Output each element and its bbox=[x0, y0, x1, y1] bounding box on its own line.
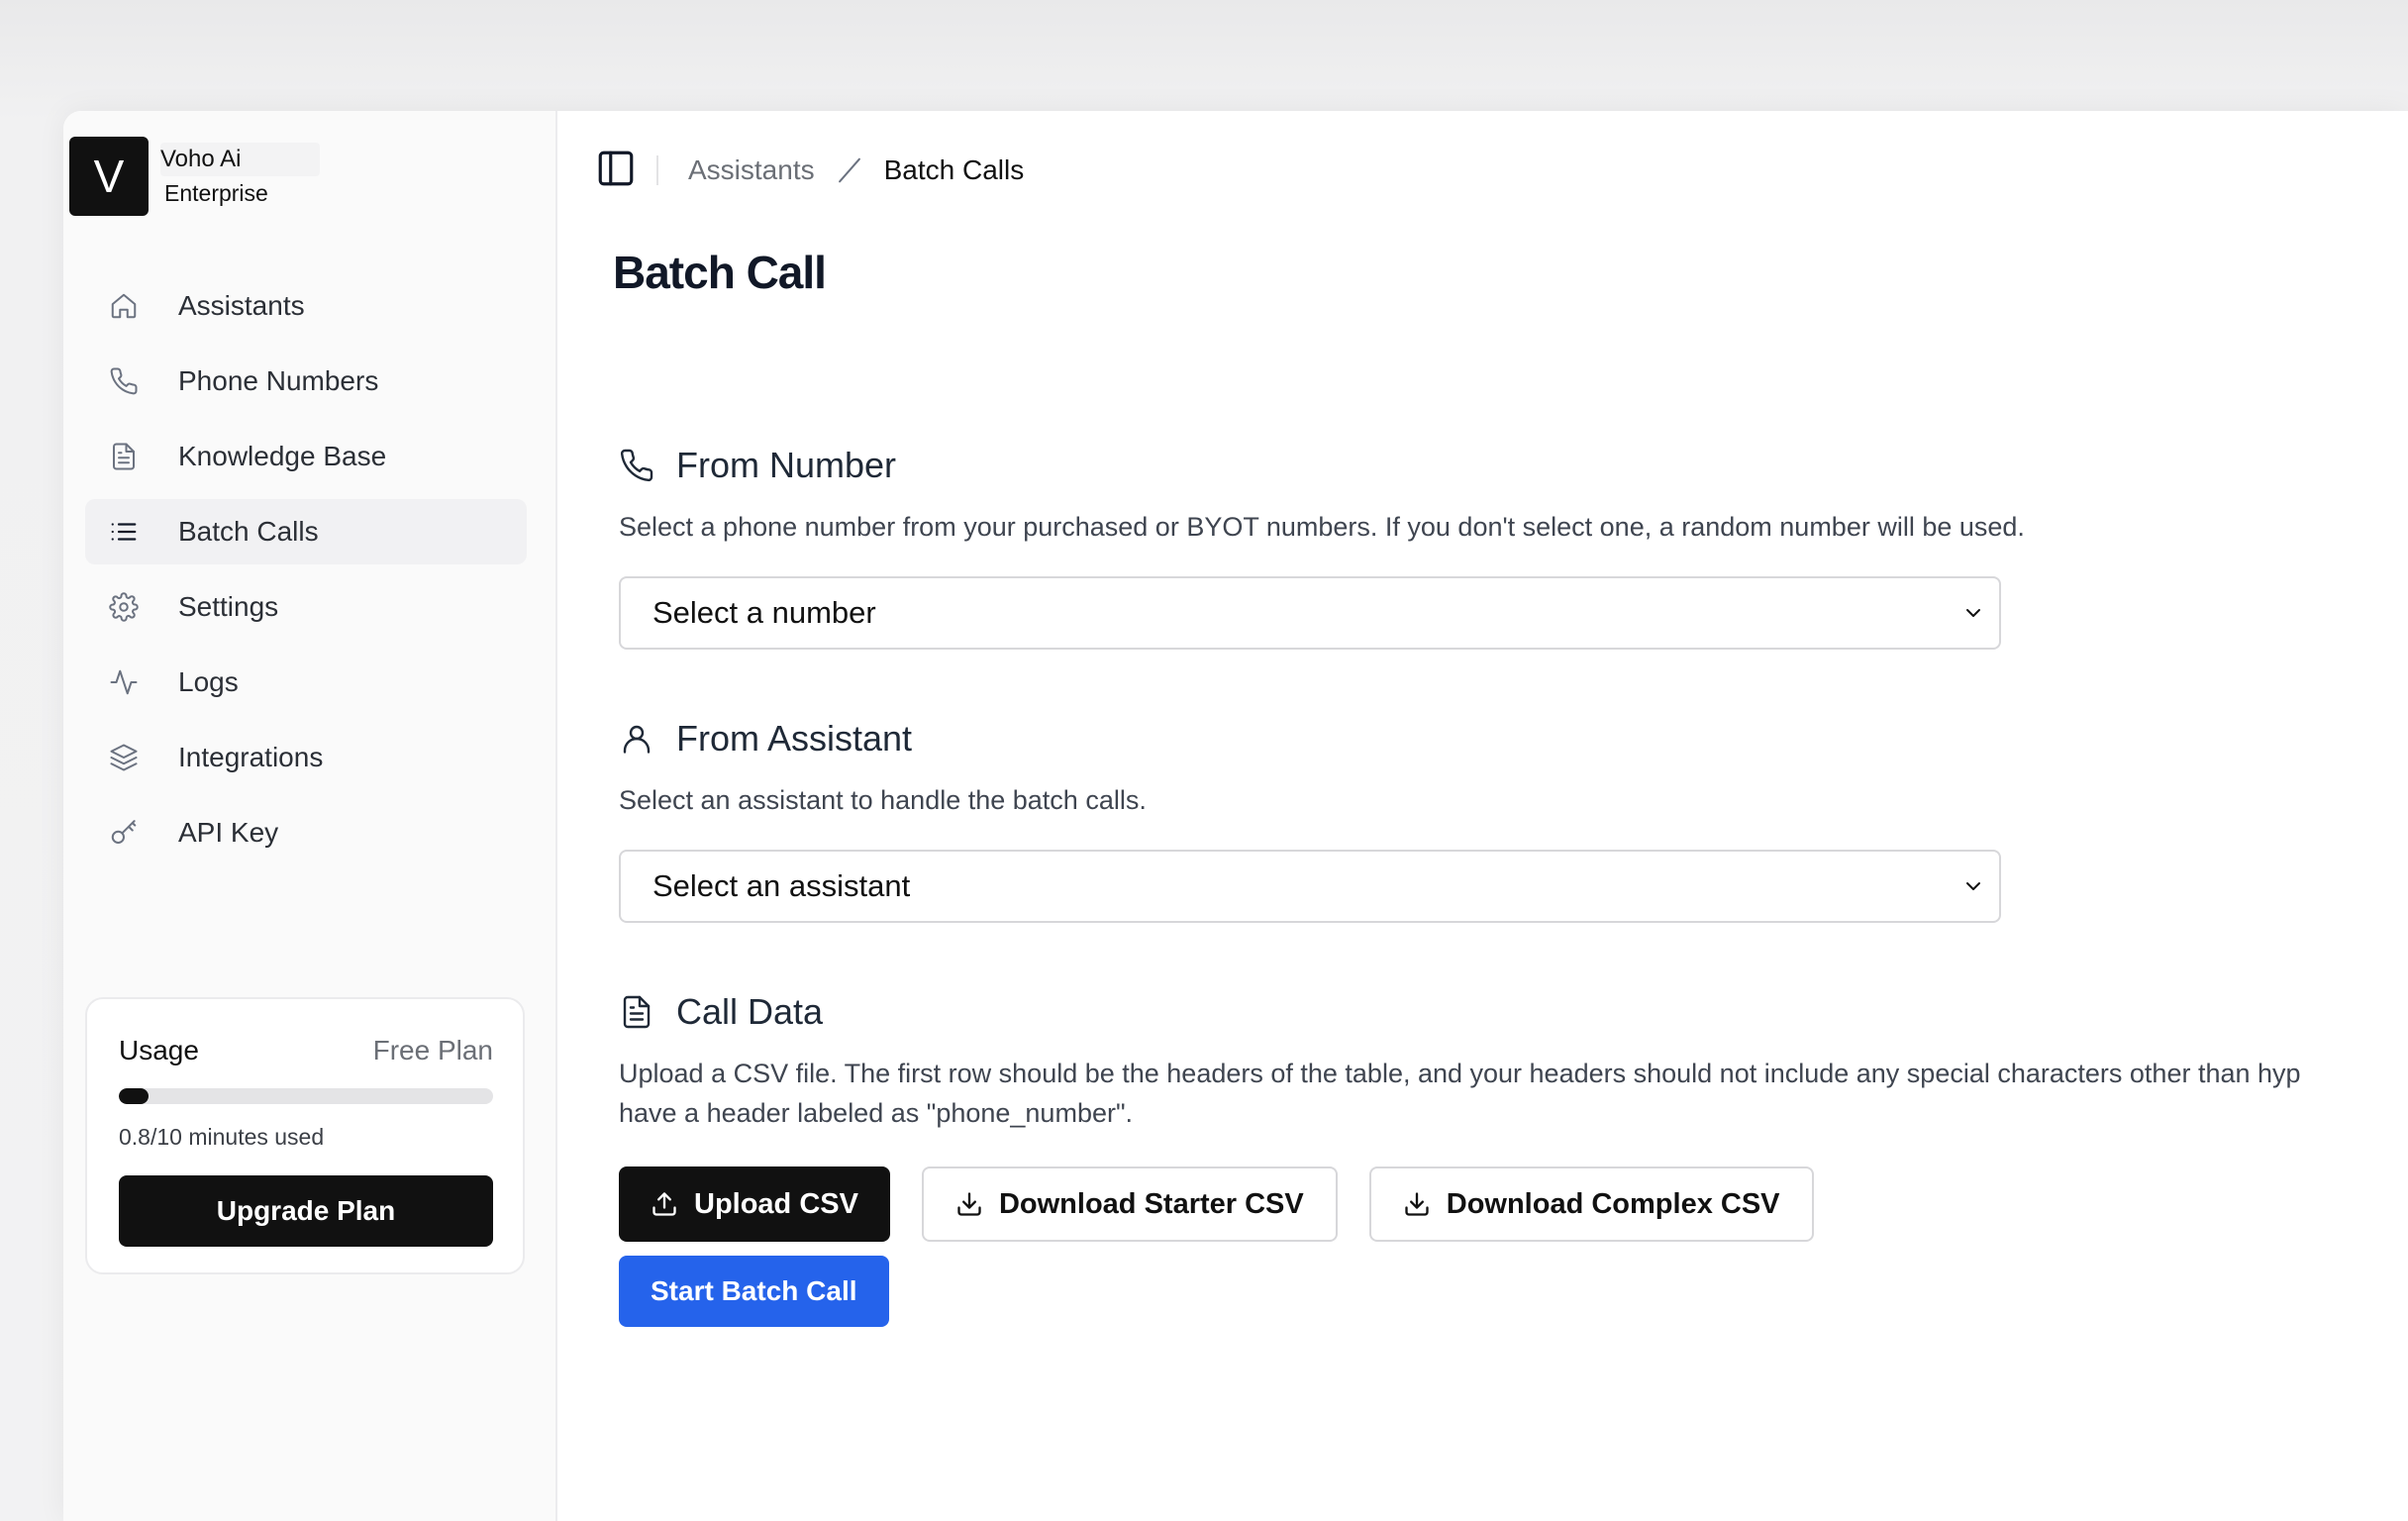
section-header: From Number bbox=[619, 444, 2025, 487]
activity-icon bbox=[109, 667, 139, 697]
sidebar-item-batch-calls[interactable]: Batch Calls bbox=[85, 499, 527, 564]
download-icon bbox=[1405, 1192, 1429, 1216]
sidebar-item-label: Batch Calls bbox=[178, 516, 319, 547]
from-number-description: Select a phone number from your purchase… bbox=[619, 512, 2025, 542]
usage-progress-fill bbox=[119, 1088, 150, 1104]
upgrade-plan-button[interactable]: Upgrade Plan bbox=[119, 1175, 493, 1247]
from-assistant-description: Select an assistant to handle the batch … bbox=[619, 785, 1147, 815]
document-icon bbox=[109, 442, 139, 471]
sidebar: V Voho Ai Enterprise Assistants Phone Nu… bbox=[63, 111, 557, 1521]
usage-plan: Free Plan bbox=[372, 1035, 493, 1065]
sidebar-item-phone-numbers[interactable]: Phone Numbers bbox=[85, 349, 527, 414]
brand-text: Voho Ai Enterprise bbox=[160, 143, 321, 210]
gear-icon bbox=[109, 592, 139, 622]
sidebar-item-label: Assistants bbox=[178, 290, 305, 321]
sidebar-item-label: API Key bbox=[178, 817, 279, 848]
from-assistant-title: From Assistant bbox=[676, 718, 913, 759]
brand-plan: Enterprise bbox=[164, 180, 268, 206]
usage-title: Usage bbox=[119, 1035, 199, 1065]
phone-icon bbox=[620, 449, 653, 482]
topbar-divider bbox=[656, 155, 658, 185]
list-icon bbox=[109, 517, 139, 547]
brand-logo: V bbox=[69, 137, 149, 216]
assistant-select[interactable]: Select an assistant bbox=[619, 850, 2001, 923]
sidebar-item-assistants[interactable]: Assistants bbox=[85, 273, 527, 339]
download-starter-csv-label: Download Starter CSV bbox=[998, 1187, 1304, 1220]
chevron-down-icon bbox=[1966, 882, 1980, 890]
sidebar-item-label: Knowledge Base bbox=[178, 441, 387, 471]
layers-icon bbox=[109, 743, 139, 772]
download-complex-csv-label: Download Complex CSV bbox=[1446, 1187, 1780, 1220]
start-batch-call-button[interactable]: Start Batch Call bbox=[619, 1256, 889, 1327]
usage-text: 0.8/10 minutes used bbox=[119, 1124, 325, 1150]
upload-csv-label: Upload CSV bbox=[694, 1187, 858, 1220]
chevron-down-icon bbox=[1966, 609, 1980, 617]
from-number-title: From Number bbox=[676, 445, 897, 485]
sidebar-toggle-icon[interactable] bbox=[595, 148, 637, 194]
upload-csv-button[interactable]: Upload CSV bbox=[619, 1166, 890, 1242]
call-data-description: Upload a CSV file. The first row should … bbox=[619, 1054, 2301, 1133]
from-number-section: From Number Select a phone number from y… bbox=[619, 444, 2025, 650]
breadcrumb-current: Batch Calls bbox=[883, 154, 1025, 185]
sidebar-item-label: Logs bbox=[178, 666, 239, 697]
call-data-section: Call Data Upload a CSV file. The first r… bbox=[619, 990, 2301, 1242]
csv-button-row: Upload CSV Download Starter CSV Download… bbox=[619, 1166, 2301, 1242]
user-icon bbox=[623, 725, 651, 754]
call-data-description-line-1: Upload a CSV file. The first row should … bbox=[619, 1059, 2301, 1088]
sidebar-nav: Assistants Phone Numbers Knowledge Base … bbox=[85, 273, 527, 875]
breadcrumb-assistants[interactable]: Assistants bbox=[688, 154, 815, 186]
sidebar-item-settings[interactable]: Settings bbox=[85, 574, 527, 640]
number-select[interactable]: Select a number bbox=[619, 576, 2001, 650]
brand-name: Voho Ai bbox=[160, 143, 321, 176]
section-header: Call Data bbox=[619, 990, 2301, 1034]
sidebar-item-label: Settings bbox=[178, 591, 279, 622]
main-content: Assistants Batch Calls Batch Call From N… bbox=[557, 111, 2408, 1521]
breadcrumb-separator-icon bbox=[838, 157, 860, 183]
download-starter-csv-button[interactable]: Download Starter CSV bbox=[921, 1166, 1338, 1242]
call-data-title: Call Data bbox=[676, 991, 824, 1032]
from-assistant-section: From Assistant Select an assistant to ha… bbox=[619, 717, 2001, 923]
brand[interactable]: V Voho Ai Enterprise bbox=[69, 137, 321, 216]
download-complex-csv-button[interactable]: Download Complex CSV bbox=[1368, 1166, 1814, 1242]
section-header: From Assistant bbox=[619, 717, 2001, 760]
page-title: Batch Call bbox=[613, 247, 827, 298]
phone-icon bbox=[109, 366, 139, 396]
sidebar-item-api-key[interactable]: API Key bbox=[85, 800, 527, 865]
sidebar-item-knowledge-base[interactable]: Knowledge Base bbox=[85, 424, 527, 489]
usage-progress-bar bbox=[119, 1088, 493, 1104]
sidebar-item-logs[interactable]: Logs bbox=[85, 650, 527, 715]
key-icon bbox=[109, 818, 139, 848]
call-data-description-line-2: have a header labeled as "phone_number". bbox=[619, 1098, 1134, 1128]
assistant-select-value: Select an assistant bbox=[652, 868, 911, 903]
sidebar-item-integrations[interactable]: Integrations bbox=[85, 725, 527, 790]
topbar: Assistants Batch Calls bbox=[595, 149, 1024, 192]
home-icon bbox=[109, 291, 139, 321]
usage-header: Usage Free Plan bbox=[119, 1035, 493, 1066]
app-window: V Voho Ai Enterprise Assistants Phone Nu… bbox=[63, 111, 2408, 1521]
document-icon bbox=[623, 995, 651, 1029]
sidebar-item-label: Integrations bbox=[178, 742, 324, 772]
number-select-value: Select a number bbox=[652, 595, 876, 630]
download-icon bbox=[957, 1192, 981, 1216]
upload-icon bbox=[652, 1192, 676, 1216]
usage-card: Usage Free Plan 0.8/10 minutes used Upgr… bbox=[85, 997, 525, 1274]
sidebar-item-label: Phone Numbers bbox=[178, 365, 379, 396]
